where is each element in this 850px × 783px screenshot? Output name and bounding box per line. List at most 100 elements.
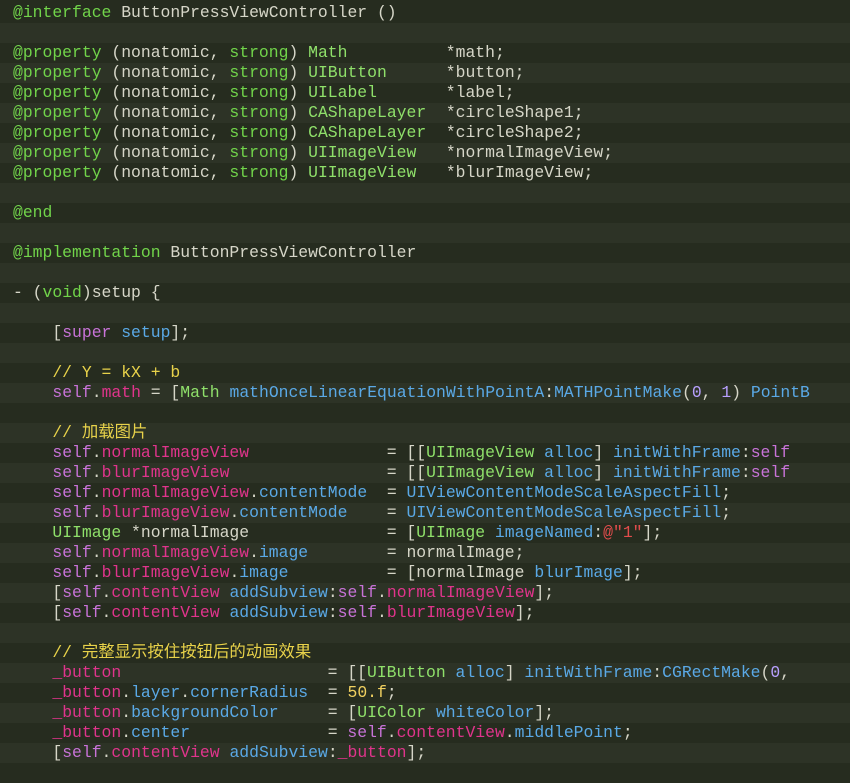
code-token: UIImageView: [426, 443, 535, 462]
code-token: @property: [13, 143, 102, 162]
code-token: = normalImage;: [386, 543, 525, 562]
code-editor[interactable]: @interface ButtonPressViewController () @…: [0, 0, 850, 783]
code-token: ];: [406, 743, 427, 762]
code-token: ): [288, 143, 309, 162]
code-line[interactable]: @implementation ButtonPressViewControlle…: [0, 243, 850, 263]
code-token: UIButton: [367, 663, 446, 682]
code-token: UIImage: [52, 523, 122, 542]
code-token: = [[: [386, 463, 427, 482]
code-token: = [: [327, 703, 358, 722]
code-line[interactable]: self.blurImageView.contentMode = UIViewCo…: [0, 503, 850, 523]
code-line[interactable]: self.blurImageView = [[UIImageView alloc]…: [0, 463, 850, 483]
code-token: alloc: [544, 443, 594, 462]
code-token: _button: [52, 663, 122, 682]
code-line[interactable]: @property (nonatomic, strong) UILabel *la…: [0, 83, 850, 103]
code-token: )setup {: [81, 283, 161, 302]
code-line[interactable]: // 完整显示按住按钮后的动画效果: [0, 643, 850, 663]
code-token: (nonatomic,: [101, 83, 230, 102]
code-token: // 完整显示按住按钮后的动画效果: [13, 643, 312, 662]
code-token: .: [91, 443, 102, 462]
code-token: 1: [721, 383, 732, 402]
code-line[interactable]: @property (nonatomic, strong) Math *math;: [0, 43, 850, 63]
code-token: blurImageView: [101, 563, 230, 582]
code-token: UIViewContentModeScaleAspectFill: [406, 503, 722, 522]
code-line[interactable]: [0, 183, 850, 203]
code-token: [: [13, 583, 63, 602]
code-line[interactable]: @interface ButtonPressViewController (): [0, 3, 850, 23]
code-line[interactable]: @property (nonatomic, strong) UIButton *b…: [0, 63, 850, 83]
code-token: = [normalImage: [386, 563, 535, 582]
code-token: .: [229, 503, 240, 522]
code-token: ): [288, 83, 309, 102]
code-line[interactable]: _button.backgroundColor = [UIColor whiteC…: [0, 703, 850, 723]
code-token: strong: [229, 83, 289, 102]
code-line[interactable]: self.normalImageView = [[UIImageView allo…: [0, 443, 850, 463]
code-line[interactable]: self.blurImageView.image = [normalImage b…: [0, 563, 850, 583]
code-token: contentMode: [239, 503, 348, 522]
code-line[interactable]: [0, 263, 850, 283]
code-line[interactable]: // Y = kX + b: [0, 363, 850, 383]
code-token: addSubview: [229, 743, 328, 762]
code-line[interactable]: @property (nonatomic, strong) CAShapeLay…: [0, 103, 850, 123]
code-line[interactable]: [super setup];: [0, 323, 850, 343]
code-line[interactable]: _button = [[UIButton alloc] initWithFrame…: [0, 663, 850, 683]
code-token: alloc: [455, 663, 505, 682]
code-token: *normalImage: [121, 523, 250, 542]
code-line[interactable]: self.math = [Math mathOnceLinearEquation…: [0, 383, 850, 403]
code-token: .: [91, 543, 102, 562]
code-token: UIImageView: [426, 463, 535, 482]
code-line[interactable]: @property (nonatomic, strong) UIImageVie…: [0, 143, 850, 163]
code-line[interactable]: // 加载图片: [0, 423, 850, 443]
code-token: [: [13, 603, 63, 622]
code-line[interactable]: [0, 343, 850, 363]
code-line[interactable]: @end: [0, 203, 850, 223]
code-line[interactable]: [0, 223, 850, 243]
code-token: void: [42, 283, 82, 302]
code-token: [: [13, 743, 63, 762]
code-token: @property: [13, 163, 102, 182]
code-token: *math;: [445, 43, 505, 62]
code-token: ];: [170, 323, 191, 342]
code-line[interactable]: _button.center = self.contentView.middleP…: [0, 723, 850, 743]
code-line[interactable]: UIImage *normalImage = [UIImage imageName…: [0, 523, 850, 543]
code-token: :: [740, 443, 751, 462]
code-line[interactable]: _button.layer.cornerRadius = 50.f;: [0, 683, 850, 703]
code-token: @property: [13, 63, 102, 82]
code-line[interactable]: [self.contentView addSubview:self.blurIm…: [0, 603, 850, 623]
code-token: *circleShape2;: [445, 123, 584, 142]
code-line[interactable]: @property (nonatomic, strong) CAShapeLay…: [0, 123, 850, 143]
code-token: imageNamed: [494, 523, 594, 542]
code-line[interactable]: self.normalImageView.image = normalImage;: [0, 543, 850, 563]
code-token: _button: [52, 683, 122, 702]
code-token: self: [750, 463, 791, 482]
code-line[interactable]: [0, 623, 850, 643]
code-token: *button;: [445, 63, 525, 82]
code-token: _button: [52, 723, 122, 742]
code-token: _button: [337, 743, 407, 762]
code-token: self: [337, 603, 378, 622]
code-token: (nonatomic,: [101, 103, 230, 122]
code-token: ): [731, 383, 751, 402]
code-line[interactable]: [self.contentView addSubview:self.normal…: [0, 583, 850, 603]
code-token: initWithFrame: [524, 663, 653, 682]
code-token: .: [249, 543, 259, 562]
code-line[interactable]: - (void)setup {: [0, 283, 850, 303]
code-line[interactable]: @property (nonatomic, strong) UIImageVie…: [0, 163, 850, 183]
code-token: .: [386, 723, 397, 742]
code-token: @implementation: [13, 243, 161, 262]
code-token: (nonatomic,: [101, 123, 230, 142]
code-token: ): [288, 123, 309, 142]
code-line[interactable]: self.normalImageView.contentMode = UIView…: [0, 483, 850, 503]
code-token: setup: [121, 323, 171, 342]
code-line[interactable]: [self.contentView addSubview:_button];: [0, 743, 850, 763]
code-line[interactable]: [0, 403, 850, 423]
code-token: ): [288, 63, 309, 82]
code-token: super: [62, 323, 112, 342]
code-line[interactable]: [0, 23, 850, 43]
code-line[interactable]: [0, 303, 850, 323]
